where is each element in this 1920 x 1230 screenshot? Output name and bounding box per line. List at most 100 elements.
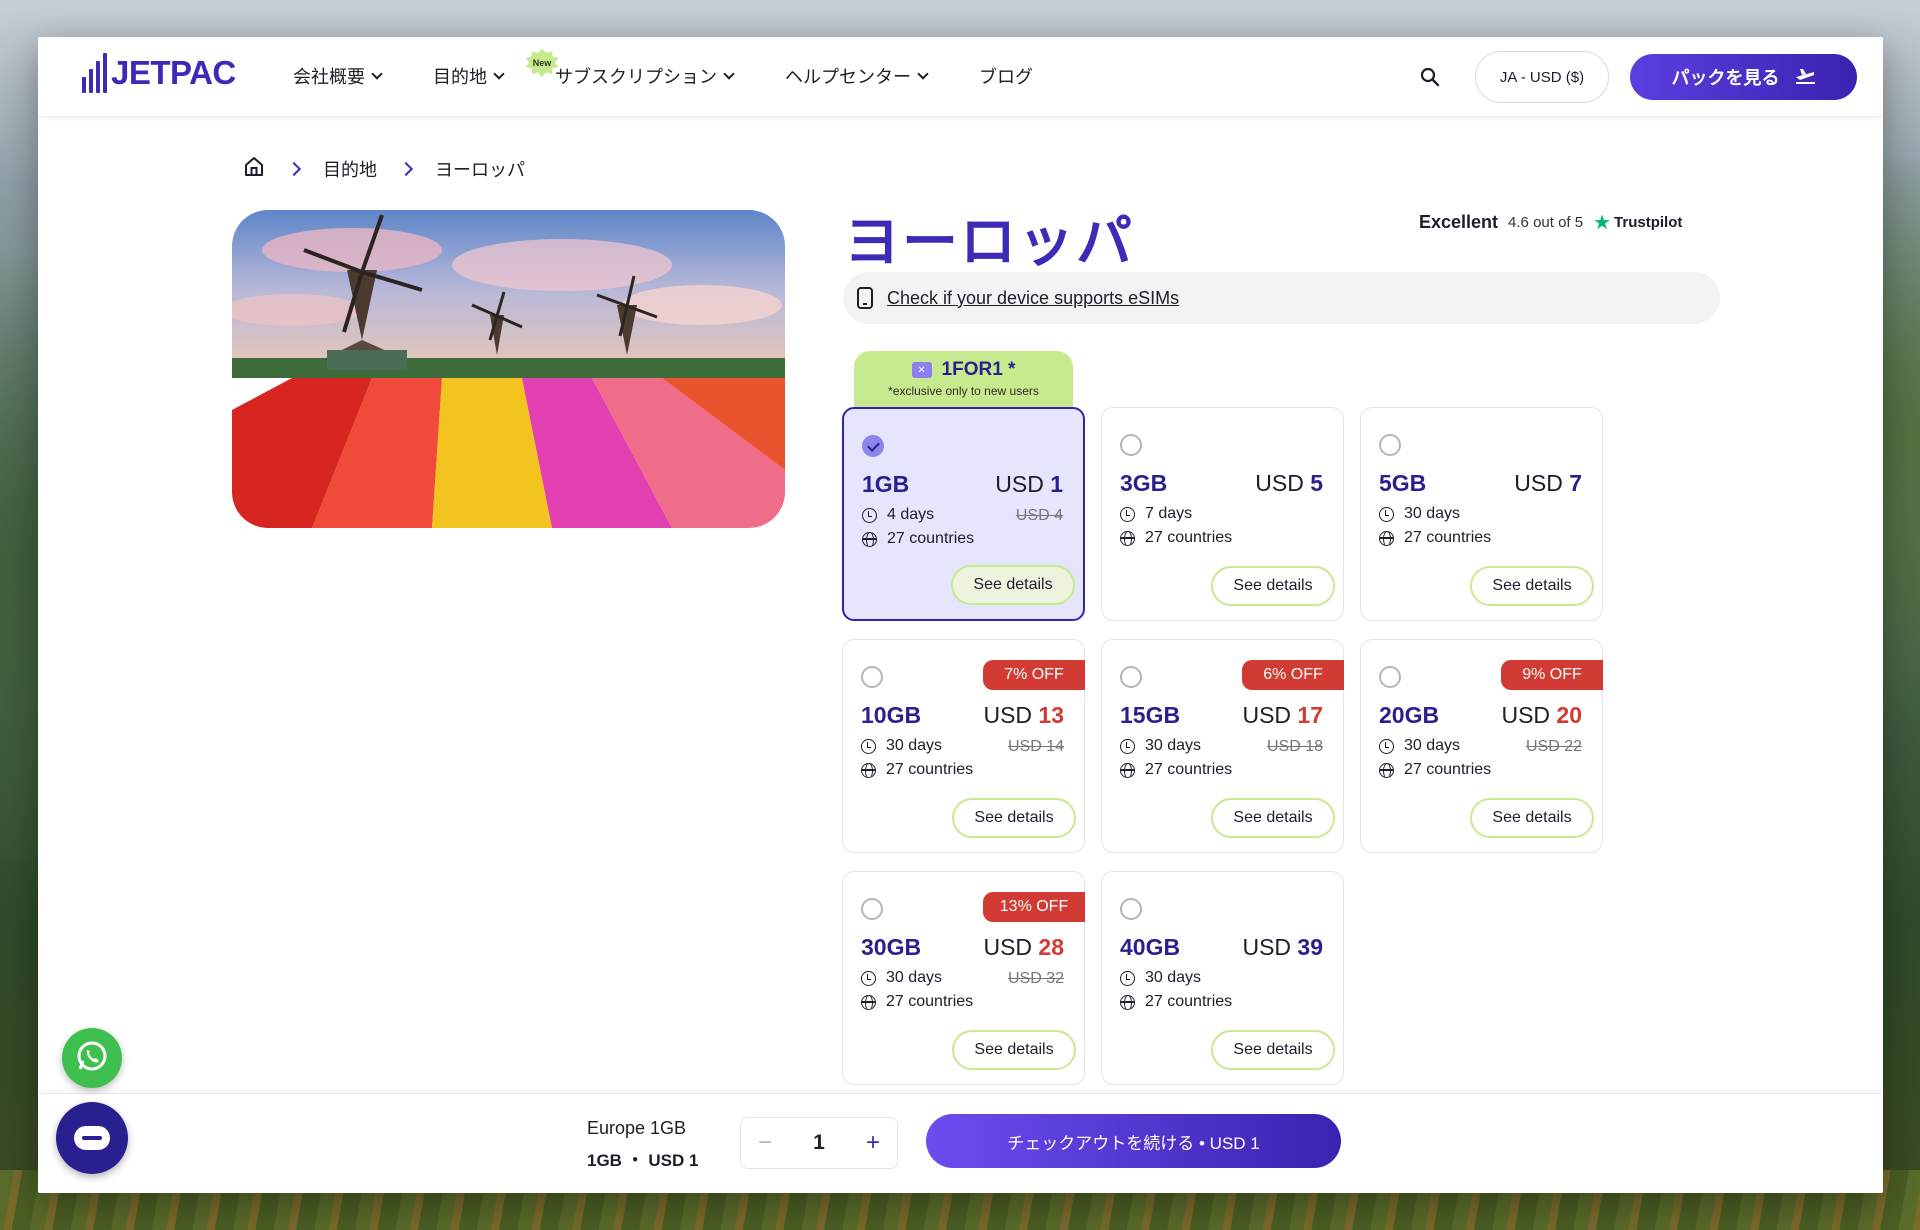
promo-code-tab: ✕ 1FOR1 * *exclusive only to new users	[854, 351, 1073, 411]
star-icon: ★	[1593, 212, 1612, 234]
top-navigation: JETPAC 会社概要 目的地 New サブスクリプション ヘルプセンター ブロ…	[38, 37, 1883, 117]
radio-unselected[interactable]	[861, 666, 883, 688]
plan-price: USD 17	[1242, 702, 1323, 728]
quantity-stepper: − 1 +	[740, 1117, 898, 1169]
plan-card-15gb[interactable]: 6% OFF 15GB USD 17 USD 18 30 days 27 cou…	[1101, 639, 1344, 853]
whatsapp-button[interactable]	[62, 1028, 122, 1088]
ticket-icon: ✕	[911, 362, 932, 378]
radio-unselected[interactable]	[1379, 434, 1401, 456]
phone-icon	[857, 287, 873, 309]
plan-price: USD 5	[1255, 470, 1323, 496]
radio-unselected[interactable]	[1120, 898, 1142, 920]
decrease-quantity-button[interactable]: −	[741, 1129, 789, 1157]
plan-card-5gb[interactable]: 5GB USD 7 30 days 27 countries See detai…	[1360, 407, 1603, 621]
plan-card-20gb[interactable]: 9% OFF 20GB USD 20 USD 22 30 days 27 cou…	[1360, 639, 1603, 853]
radio-selected[interactable]	[862, 435, 884, 457]
menu-item-blog[interactable]: ブログ	[979, 63, 1033, 89]
chevron-down-icon	[371, 68, 383, 80]
plan-duration: 4 days	[862, 506, 934, 524]
see-details-button[interactable]: See details	[952, 1030, 1076, 1070]
clock-icon	[1120, 738, 1135, 754]
see-details-button[interactable]: See details	[951, 565, 1075, 605]
page-title: ヨーロッパ	[844, 210, 1134, 273]
plan-duration: 30 days	[1120, 737, 1201, 755]
plan-price: USD 28	[983, 934, 1064, 960]
menu-label: ヘルプセンター	[785, 67, 911, 87]
plan-card-10gb[interactable]: 7% OFF 10GB USD 13 USD 14 30 days 27 cou…	[842, 639, 1085, 853]
plan-data-amount: 3GB	[1120, 470, 1168, 496]
globe-icon	[861, 762, 876, 778]
plan-card-1gb[interactable]: 1GB USD 1 USD 4 4 days 27 countries See …	[842, 407, 1085, 621]
globe-icon	[861, 994, 876, 1010]
plan-card-40gb[interactable]: 40GB USD 39 30 days 27 countries See det…	[1101, 871, 1344, 1085]
promo-note: *exclusive only to new users	[888, 384, 1039, 398]
see-details-button[interactable]: See details	[1211, 1030, 1335, 1070]
menu-item-company[interactable]: 会社概要	[293, 63, 383, 89]
trustpilot-rating[interactable]: Excellent 4.6 out of 5 ★ Trustpilot	[1419, 210, 1682, 235]
see-details-button[interactable]: See details	[1470, 798, 1594, 838]
breadcrumb-destinations[interactable]: 目的地	[323, 156, 377, 182]
main-menu: 会社概要 目的地 New サブスクリプション ヘルプセンター ブログ	[293, 49, 1085, 89]
see-details-button[interactable]: See details	[952, 798, 1076, 838]
discount-badge: 6% OFF	[1242, 660, 1344, 690]
plan-data-amount: 15GB	[1120, 702, 1181, 728]
radio-unselected[interactable]	[1120, 666, 1142, 688]
plan-price: USD 39	[1242, 934, 1323, 960]
clock-icon	[1379, 506, 1394, 522]
plan-duration: 30 days	[861, 737, 942, 755]
globe-icon	[1120, 994, 1135, 1010]
plan-card-30gb[interactable]: 13% OFF 30GB USD 28 USD 32 30 days 27 co…	[842, 871, 1085, 1085]
esim-compatibility-check[interactable]: Check if your device supports eSIMs	[843, 272, 1720, 324]
logo-text: JETPAC	[111, 54, 236, 91]
plan-coverage: 27 countries	[861, 761, 973, 779]
jetpac-logo[interactable]: JETPAC	[82, 53, 236, 93]
logo-mark-icon	[82, 53, 107, 93]
globe-icon	[1120, 762, 1135, 778]
radio-unselected[interactable]	[861, 898, 883, 920]
clock-icon	[1120, 970, 1135, 986]
chat-support-button[interactable]	[56, 1102, 128, 1174]
plan-data-amount: 1GB	[862, 471, 910, 497]
browse-packs-label: パックを見る	[1671, 68, 1780, 88]
plan-data-amount: 30GB	[861, 934, 922, 960]
clock-icon	[862, 507, 877, 523]
see-details-button[interactable]: See details	[1211, 566, 1335, 606]
radio-unselected[interactable]	[1379, 666, 1401, 688]
plan-data-amount: 20GB	[1379, 702, 1440, 728]
continue-checkout-button[interactable]: チェックアウトを続ける • USD 1	[926, 1114, 1341, 1168]
discount-badge: 13% OFF	[983, 892, 1085, 922]
clock-icon	[861, 738, 876, 754]
plan-old-price: USD 22	[1525, 738, 1582, 755]
esim-check-link[interactable]: Check if your device supports eSIMs	[887, 288, 1179, 309]
trust-label: Excellent	[1419, 212, 1499, 232]
menu-item-destinations[interactable]: 目的地	[433, 63, 505, 89]
globe-icon	[1120, 530, 1135, 546]
menu-label: サブスクリプション	[555, 67, 717, 87]
see-details-button[interactable]: See details	[1211, 798, 1335, 838]
chat-icon	[74, 1126, 110, 1150]
discount-badge: 9% OFF	[1501, 660, 1603, 690]
search-icon[interactable]	[1418, 65, 1442, 89]
globe-icon	[862, 531, 877, 547]
browse-packs-button[interactable]: パックを見る	[1630, 54, 1857, 100]
plan-card-3gb[interactable]: 3GB USD 5 7 days 27 countries See detail…	[1101, 407, 1344, 621]
language-currency-selector[interactable]: JA - USD ($)	[1475, 51, 1609, 103]
see-details-button[interactable]: See details	[1470, 566, 1594, 606]
radio-unselected[interactable]	[1120, 434, 1142, 456]
menu-label: 目的地	[433, 67, 487, 87]
selected-plan-name: Europe 1GB	[587, 1118, 687, 1138]
promo-code-text: 1FOR1 *	[941, 359, 1016, 380]
plan-duration: 7 days	[1120, 505, 1192, 523]
menu-item-subscription[interactable]: New サブスクリプション	[525, 49, 735, 89]
menu-label: ブログ	[979, 67, 1033, 87]
increase-quantity-button[interactable]: +	[849, 1129, 897, 1157]
home-icon[interactable]	[243, 155, 265, 182]
menu-item-help-center[interactable]: ヘルプセンター	[785, 63, 929, 89]
browser-page: JETPAC 会社概要 目的地 New サブスクリプション ヘルプセンター ブロ…	[38, 37, 1883, 1193]
trustpilot-text: Trustpilot	[1614, 214, 1683, 231]
trustpilot-brand: ★ Trustpilot	[1593, 210, 1682, 235]
plan-price: USD 7	[1514, 470, 1582, 496]
europe-windmills-image	[232, 210, 785, 528]
quantity-value[interactable]: 1	[789, 1131, 849, 1155]
plan-coverage: 27 countries	[862, 530, 974, 548]
